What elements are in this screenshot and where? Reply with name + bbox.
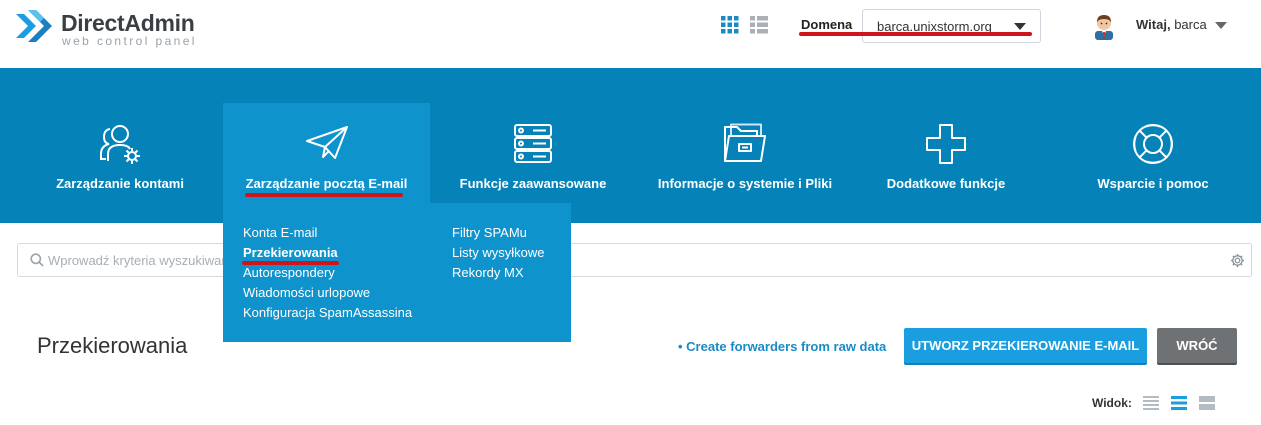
comfortable-view-icon[interactable] — [1171, 395, 1187, 411]
nav-item-support[interactable]: Wsparcie i pomoc — [1053, 68, 1253, 223]
submenu-spamassassin[interactable]: Konfiguracja SpamAssassina — [243, 305, 412, 320]
list-view-icon[interactable] — [1143, 395, 1159, 411]
create-from-raw-link[interactable]: • Create forwarders from raw data — [678, 339, 886, 354]
highlight-underline-email — [245, 193, 403, 197]
brand-name: DirectAdmin — [61, 10, 195, 36]
plus-icon — [926, 124, 966, 164]
nav-label-system-info: Informacje o systemie i Pliki — [657, 176, 833, 191]
back-button[interactable]: WRÓĆ — [1157, 328, 1237, 363]
email-submenu: Konta E-mail Przekierowania Autoresponde… — [223, 203, 571, 342]
view-label: Widok: — [1092, 396, 1132, 410]
nav-label-support: Wsparcie i pomoc — [1097, 176, 1209, 191]
lifebuoy-icon — [1133, 124, 1173, 164]
main-nav: Zarządzanie kontami Zarządzanie pocztą E… — [0, 68, 1261, 223]
username: barca — [1174, 17, 1207, 32]
nav-item-system-info[interactable]: Informacje o systemie i Pliki — [640, 68, 850, 223]
avatar[interactable] — [1092, 12, 1116, 40]
page-title: Przekierowania — [37, 333, 188, 358]
nav-item-extra[interactable]: Dodatkowe funkcje — [846, 68, 1046, 223]
chevron-down-icon — [1014, 23, 1026, 30]
nav-item-advanced[interactable]: Funkcje zaawansowane — [432, 68, 634, 223]
list-layout-icon[interactable] — [750, 16, 768, 39]
nav-label-accounts: Zarządzanie kontami — [56, 176, 184, 191]
server-icon — [514, 124, 552, 163]
create-forwarder-button[interactable]: UTWORZ PRZEKIEROWANIE E-MAIL — [904, 328, 1147, 363]
welcome-text[interactable]: Witaj, barca — [1136, 17, 1207, 32]
highlight-underline-forwarders — [242, 261, 339, 265]
submenu-email-accounts[interactable]: Konta E-mail — [243, 225, 317, 240]
submenu-forwarders[interactable]: Przekierowania — [243, 245, 338, 260]
directadmin-logo[interactable]: DirectAdmin web control panel — [14, 6, 214, 48]
gear-icon[interactable] — [1230, 253, 1245, 268]
users-gear-icon — [100, 125, 140, 164]
submenu-spam-filters[interactable]: Filtry SPAMu — [452, 225, 527, 240]
search-icon — [30, 253, 44, 267]
highlight-underline-domain — [799, 32, 1032, 36]
nav-label-advanced: Funkcje zaawansowane — [459, 176, 607, 191]
user-menu-chevron-icon[interactable] — [1215, 22, 1227, 29]
search-bar — [17, 243, 1252, 277]
search-input[interactable] — [48, 245, 223, 275]
nav-item-accounts[interactable]: Zarządzanie kontami — [20, 68, 220, 223]
paper-plane-icon — [305, 126, 348, 159]
nav-label-email: Zarządzanie pocztą E-mail — [245, 176, 408, 191]
submenu-mx-records[interactable]: Rekordy MX — [452, 265, 524, 280]
grid-view-icon[interactable] — [1199, 395, 1215, 411]
grid-layout-icon[interactable] — [721, 16, 739, 39]
domain-label: Domena — [801, 17, 853, 32]
top-header: DirectAdmin web control panel Domena bar… — [0, 0, 1261, 68]
folder-icon — [724, 123, 766, 162]
brand-tagline: web control panel — [62, 34, 197, 48]
welcome-label: Witaj, — [1136, 17, 1171, 32]
submenu-autoresponders[interactable]: Autorespondery — [243, 265, 335, 280]
nav-label-extra: Dodatkowe funkcje — [886, 176, 1006, 191]
directadmin-logo-icon — [16, 10, 52, 42]
submenu-mailing-lists[interactable]: Listy wysyłkowe — [452, 245, 544, 260]
submenu-vacation-messages[interactable]: Wiadomości urlopowe — [243, 285, 370, 300]
domain-select[interactable]: barca.unixstorm.org — [862, 9, 1041, 43]
